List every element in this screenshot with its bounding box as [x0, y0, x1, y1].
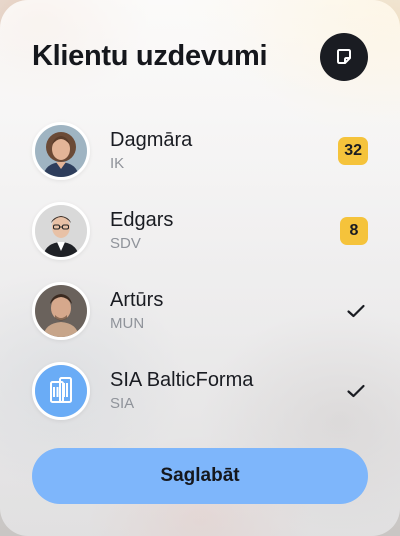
- client-name: Dagmāra: [110, 129, 193, 151]
- avatar: [32, 282, 90, 340]
- save-button[interactable]: Saglabāt: [32, 448, 368, 504]
- client-type: SIA: [110, 395, 135, 412]
- client-info: Dagmāra IK: [110, 128, 192, 174]
- avatar: [32, 202, 90, 260]
- client-type: SDV: [110, 235, 141, 252]
- avatar: [32, 122, 90, 180]
- task-count-badge: 8: [340, 217, 368, 245]
- client-row-sia-balticforma[interactable]: SIA BalticForma SIA: [32, 351, 368, 431]
- client-tasks-panel: Klientu uzdevumi Dagmāra IK 32 Edgars SD…: [0, 0, 400, 536]
- client-row-edgars[interactable]: Edgars SDV 8: [32, 191, 368, 271]
- client-name: SIA BalticForma: [110, 369, 254, 391]
- panel-header: Klientu uzdevumi: [32, 32, 368, 82]
- checkmark-icon: [347, 384, 365, 398]
- panel-title: Klientu uzdevumi: [32, 40, 268, 72]
- client-list: Dagmāra IK 32 Edgars SDV 8 Artūrs MUN SI…: [32, 111, 368, 431]
- client-info: Edgars SDV: [110, 208, 173, 254]
- client-row-arturs[interactable]: Artūrs MUN: [32, 271, 368, 351]
- checkmark-icon: [347, 304, 365, 318]
- client-info: Artūrs MUN: [110, 288, 163, 334]
- avatar: [32, 362, 90, 420]
- client-type: IK: [110, 155, 125, 172]
- sticky-note-button[interactable]: [320, 33, 368, 81]
- client-info: SIA BalticForma SIA: [110, 368, 253, 414]
- client-row-dagmara[interactable]: Dagmāra IK 32: [32, 111, 368, 191]
- client-type: MUN: [110, 315, 145, 332]
- task-count-badge: 32: [338, 137, 368, 165]
- client-name: Edgars: [110, 209, 174, 231]
- sticky-note-icon: [337, 49, 351, 64]
- client-name: Artūrs: [110, 289, 164, 311]
